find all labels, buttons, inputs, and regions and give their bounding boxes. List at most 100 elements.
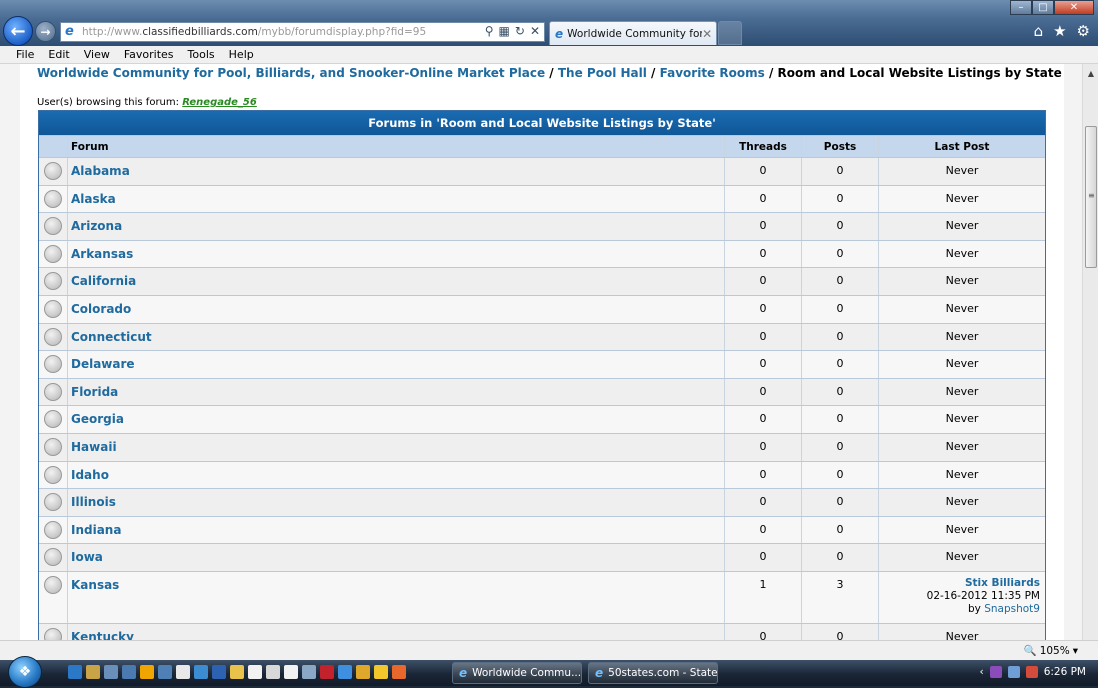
forum-status-icon — [44, 410, 62, 429]
zoom-dropdown-icon[interactable]: ▾ — [1073, 645, 1078, 657]
post-count: 0 — [801, 544, 878, 571]
breadcrumb-link-pool-hall[interactable]: The Pool Hall — [558, 66, 647, 80]
ie-launch-icon[interactable] — [68, 665, 82, 679]
maximize-button[interactable]: □ — [1032, 0, 1054, 15]
forum-status-icon — [44, 493, 62, 512]
system-tray: ‹ 6:26 PM — [979, 666, 1086, 678]
breadcrumb-link-home[interactable]: Worldwide Community for Pool, Billiards,… — [37, 66, 545, 80]
last-post: Never — [878, 240, 1045, 268]
tab-close-icon[interactable]: ✕ — [702, 27, 712, 41]
forum-link[interactable]: Arkansas — [71, 247, 133, 261]
menu-edit[interactable]: Edit — [48, 48, 69, 61]
network-icon[interactable] — [1007, 666, 1020, 678]
forum-link[interactable]: Illinois — [71, 495, 116, 509]
tool2-launch-icon[interactable] — [356, 665, 370, 679]
address-bar[interactable]: e http://www.classifiedbilliards.com/myb… — [60, 22, 545, 42]
refresh-icon[interactable]: ↻ — [515, 24, 525, 38]
forum-status-icon — [44, 575, 62, 594]
menu-view[interactable]: View — [84, 48, 110, 61]
tray-app-icon[interactable] — [989, 666, 1002, 678]
clock[interactable]: 6:26 PM — [1044, 666, 1086, 678]
forum-link-kentucky[interactable]: Kentucky — [71, 630, 134, 640]
app-launch-icon[interactable] — [122, 665, 136, 679]
forum-status-icon — [44, 520, 62, 539]
breadcrumb-current: Room and Local Website Listings by State — [777, 66, 1062, 80]
file-launch-icon[interactable] — [248, 665, 262, 679]
cp-launch-icon[interactable] — [392, 665, 406, 679]
gear-icon[interactable]: ⚙ — [1077, 22, 1090, 40]
scroll-up-arrow-icon[interactable]: ▲ — [1083, 66, 1098, 82]
home-icon[interactable]: ⌂ — [1034, 22, 1044, 40]
vertical-scrollbar[interactable]: ▲ ≡ — [1082, 64, 1098, 640]
forum-link[interactable]: Arizona — [71, 219, 122, 233]
search-icon[interactable]: ⚲ — [485, 24, 494, 38]
folder-launch-icon[interactable] — [86, 665, 100, 679]
forum-link[interactable]: Alabama — [71, 164, 130, 178]
zoom-level: 105% — [1039, 644, 1070, 657]
zoom-control[interactable]: 🔍 105% ▾ — [1024, 644, 1078, 658]
menu-help[interactable]: Help — [229, 48, 254, 61]
new-tab-button[interactable] — [718, 21, 742, 45]
forum-status-icon — [44, 217, 62, 236]
smiley-launch-icon[interactable] — [374, 665, 388, 679]
desktop-launch-icon[interactable] — [104, 665, 118, 679]
taskbar-button-worldwide[interactable]: e Worldwide Commu... — [452, 662, 582, 684]
forum-link[interactable]: Colorado — [71, 302, 131, 316]
ie-task-icon: e — [459, 666, 468, 680]
last-post: Never — [878, 295, 1045, 323]
post-count: 0 — [801, 268, 878, 295]
note-launch-icon[interactable] — [230, 665, 244, 679]
compatibility-icon[interactable]: ▦ — [499, 24, 510, 38]
menu-file[interactable]: File — [16, 48, 34, 61]
taskbar-button-50states[interactable]: e 50states.com - State... — [588, 662, 718, 684]
ie-task-icon: e — [595, 666, 604, 680]
calc-launch-icon[interactable] — [266, 665, 280, 679]
address-url[interactable]: http://www.classifiedbilliards.com/mybb/… — [82, 26, 426, 38]
browsing-user-link[interactable]: Renegade_56 — [182, 97, 257, 108]
post-count: 0 — [801, 323, 878, 351]
forward-button[interactable]: → — [35, 21, 56, 42]
volume-icon[interactable] — [1025, 666, 1038, 678]
table-row: Indiana 0 0 Never — [39, 515, 1045, 544]
stop-icon[interactable]: ✕ — [530, 24, 540, 38]
forum-link[interactable]: Iowa — [71, 550, 103, 564]
table-row: Hawaii 0 0 Never — [39, 432, 1045, 461]
post-count: 0 — [801, 461, 878, 489]
graph-launch-icon[interactable] — [302, 665, 316, 679]
post-count: 0 — [801, 378, 878, 406]
tray-expand-icon[interactable]: ‹ — [979, 666, 983, 678]
page-launch-icon[interactable] — [284, 665, 298, 679]
forum-link[interactable]: Florida — [71, 385, 118, 399]
scroll-thumb[interactable]: ≡ — [1085, 126, 1097, 268]
taskbar-button-label: Worldwide Commu... — [472, 667, 582, 679]
m-app-launch-icon[interactable] — [212, 665, 226, 679]
forum-link-kansas[interactable]: Kansas — [71, 578, 119, 592]
globe-launch-icon[interactable] — [338, 665, 352, 679]
tool-launch-icon[interactable] — [194, 665, 208, 679]
minimize-button[interactable]: – — [1010, 0, 1032, 15]
menu-tools[interactable]: Tools — [188, 48, 215, 61]
forum-link[interactable]: Delaware — [71, 357, 135, 371]
last-post: Never — [878, 516, 1045, 544]
window-launch-icon[interactable] — [158, 665, 172, 679]
menu-favorites[interactable]: Favorites — [124, 48, 174, 61]
back-button[interactable]: ← — [3, 16, 33, 46]
start-button[interactable]: ❖ — [8, 656, 42, 688]
forum-link[interactable]: Connecticut — [71, 330, 152, 344]
favorites-star-icon[interactable]: ★ — [1053, 22, 1066, 40]
forum-link[interactable]: California — [71, 274, 136, 288]
tab-worldwide-community[interactable]: e Worldwide Community for ... ✕ — [549, 21, 717, 45]
close-window-button[interactable]: ✕ — [1054, 0, 1094, 15]
forum-link[interactable]: Indiana — [71, 523, 121, 537]
forum-link[interactable]: Idaho — [71, 468, 109, 482]
forum-link[interactable]: Georgia — [71, 412, 124, 426]
last-post-user-link[interactable]: Snapshot9 — [984, 603, 1040, 615]
forum-link[interactable]: Alaska — [71, 192, 116, 206]
last-post-thread-link[interactable]: Stix Billiards — [965, 577, 1040, 589]
media-launch-icon[interactable] — [140, 665, 154, 679]
document-launch-icon[interactable] — [176, 665, 190, 679]
forum-link[interactable]: Hawaii — [71, 440, 117, 454]
breadcrumb-link-favorite-rooms[interactable]: Favorite Rooms — [660, 66, 765, 80]
thread-count: 0 — [724, 516, 801, 544]
gmail-launch-icon[interactable] — [320, 665, 334, 679]
